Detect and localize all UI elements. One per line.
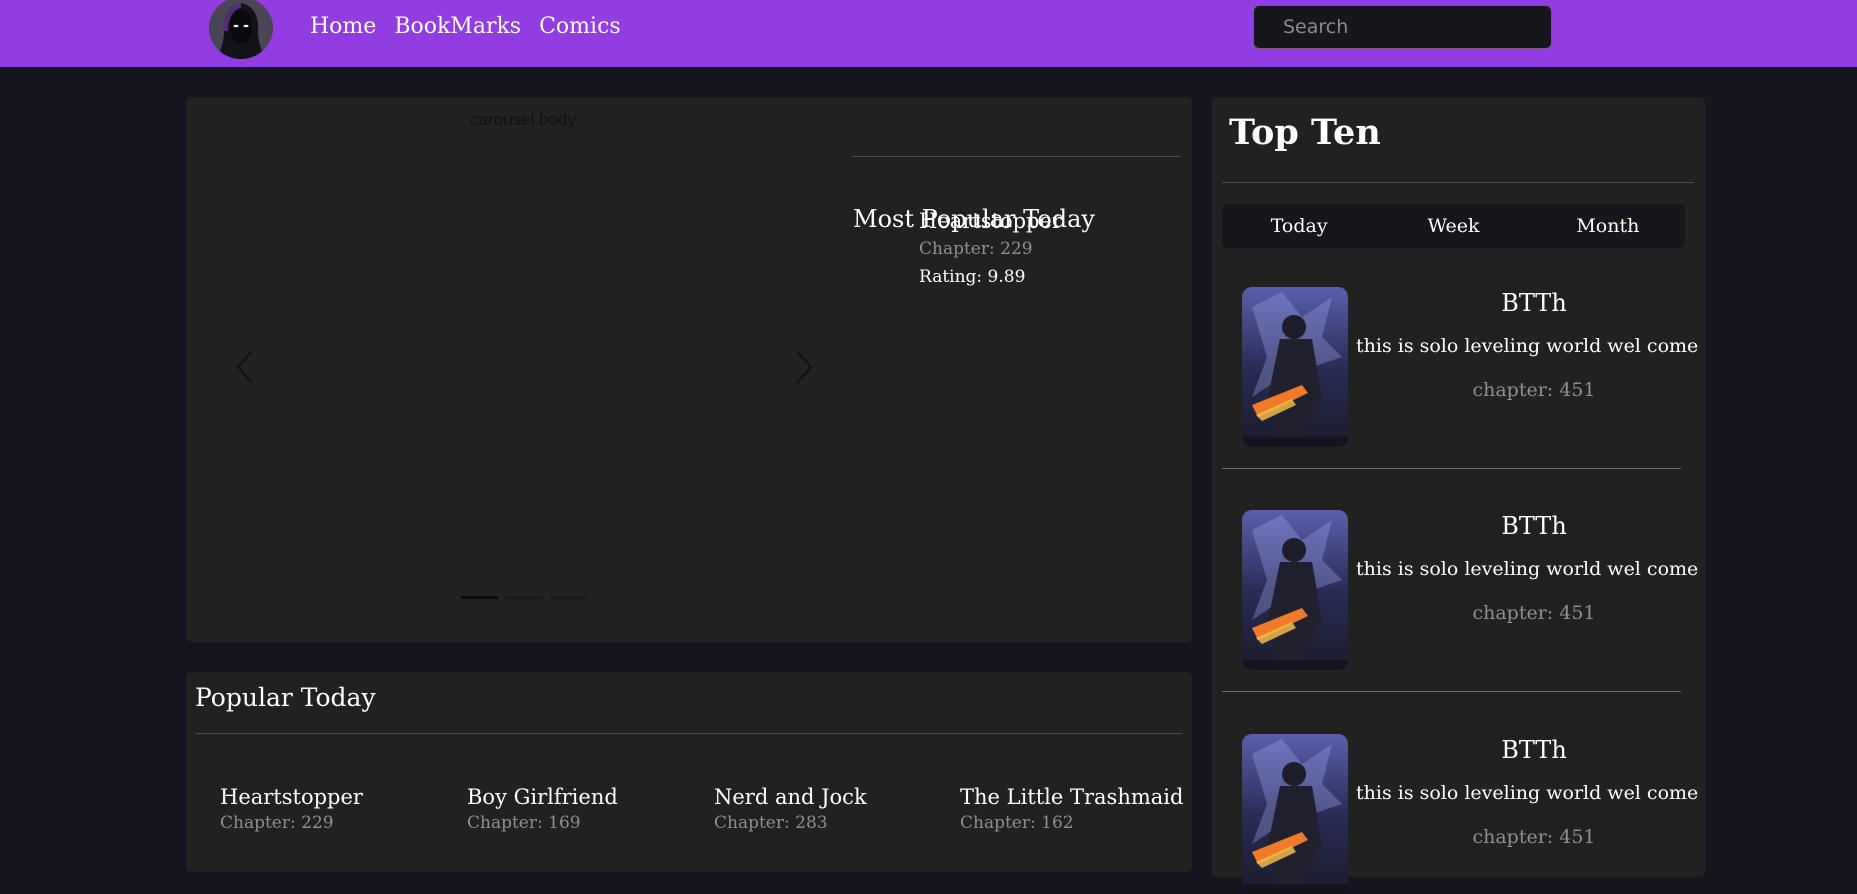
nav-comics-link[interactable]: Comics (539, 12, 621, 42)
carousel-indicators (461, 596, 588, 599)
comic-cover-image (1242, 287, 1348, 447)
hero-panel: carousel body Most Popular Today (186, 97, 1192, 642)
section-divider (853, 156, 1181, 157)
item-divider (1222, 468, 1681, 469)
comic-description: this is solo leveling world wel come (1356, 558, 1699, 580)
comic-title: Heartstopper (220, 785, 363, 809)
top-ten-title: Top Ten (1229, 112, 1381, 153)
carousel-indicator[interactable] (506, 596, 543, 599)
chevron-right-icon (796, 350, 813, 384)
most-popular-name[interactable]: Heartstopper (919, 209, 1062, 233)
comic-description: this is solo leveling world wel come (1356, 782, 1699, 804)
chevron-left-icon (236, 350, 253, 384)
nav-home-link[interactable]: Home (310, 12, 376, 42)
tab-month[interactable]: Month (1531, 204, 1685, 248)
hooded-figure-logo-icon[interactable] (209, 0, 273, 59)
comic-chapter: Chapter: 283 (714, 813, 828, 833)
section-divider (1222, 182, 1694, 183)
carousel-prev-button[interactable] (226, 347, 266, 387)
item-divider (1222, 691, 1681, 692)
top-ten-tabs: Today Week Month (1222, 204, 1685, 248)
comic-chapter: Chapter: 169 (467, 813, 581, 833)
carousel-indicator[interactable] (461, 596, 498, 599)
tab-week[interactable]: Week (1376, 204, 1530, 248)
popular-today-item[interactable]: Nerd and Jock Chapter: 283 (714, 784, 867, 836)
section-divider (195, 733, 1182, 734)
most-popular-chapter: Chapter: 229 (919, 239, 1033, 259)
carousel-next-button[interactable] (783, 347, 823, 387)
comic-title: Boy Girlfriend (467, 785, 618, 809)
comic-title: The Little Trashmaid (960, 785, 1184, 809)
carousel-body-text: carousel body (470, 110, 576, 129)
most-popular-rating: Rating: 9.89 (919, 267, 1026, 287)
popular-today-item[interactable]: Heartstopper Chapter: 229 (220, 784, 363, 836)
search-input[interactable] (1253, 5, 1552, 49)
comic-description: this is solo leveling world wel come (1356, 335, 1699, 357)
main-nav: Home BookMarks Comics (310, 12, 621, 42)
comic-title: BTTh (1501, 289, 1567, 317)
top-navbar: Home BookMarks Comics (0, 0, 1857, 67)
tab-today[interactable]: Today (1222, 204, 1376, 248)
popular-today-item[interactable]: Boy Girlfriend Chapter: 169 (467, 784, 618, 836)
comic-cover-image (1242, 734, 1348, 894)
comic-chapter: chapter: 451 (1472, 379, 1596, 401)
comic-chapter: chapter: 451 (1472, 826, 1596, 848)
comic-title: BTTh (1501, 736, 1567, 764)
comic-chapter: Chapter: 229 (220, 813, 334, 833)
nav-bookmarks-link[interactable]: BookMarks (394, 12, 521, 42)
popular-today-title: Popular Today (195, 683, 376, 712)
carousel-indicator[interactable] (551, 596, 588, 599)
carousel: carousel body (186, 97, 851, 642)
comic-cover-image (1242, 510, 1348, 670)
comic-title: BTTh (1501, 512, 1567, 540)
popular-today-item[interactable]: The Little Trashmaid Chapter: 162 (960, 784, 1183, 836)
comic-chapter: Chapter: 162 (960, 813, 1074, 833)
comic-chapter: chapter: 451 (1472, 602, 1596, 624)
comic-title: Nerd and Jock (714, 785, 867, 809)
